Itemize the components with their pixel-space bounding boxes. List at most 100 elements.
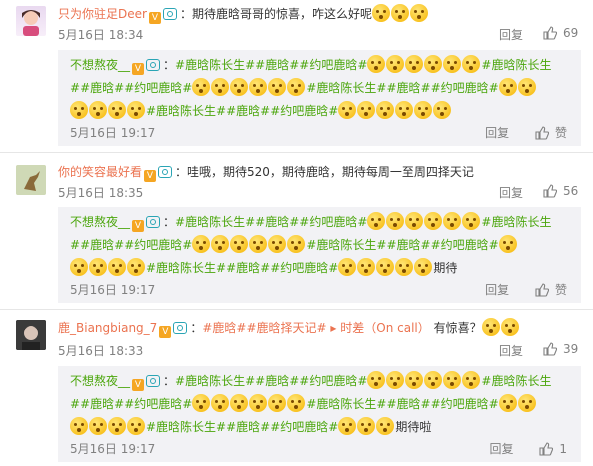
avatar[interactable] — [16, 6, 46, 36]
topic-tag[interactable]: #鹿晗# — [386, 397, 430, 411]
username[interactable]: 鹿_Biangbiang_7 — [58, 321, 157, 335]
like-count: 69 — [563, 26, 579, 40]
vip-badge-icon: V — [132, 63, 145, 75]
emoji-icon — [230, 394, 249, 412]
topic-tag[interactable]: #鹿晗陈长生 — [481, 58, 551, 72]
topic-tag[interactable]: #鹿晗# — [226, 420, 270, 434]
topic-tag[interactable]: #鹿晗陈长生# — [146, 261, 226, 275]
topic-tag[interactable]: #约吧鹿晗# — [270, 104, 338, 118]
topic-tag[interactable]: #鹿晗陈长生# — [306, 238, 386, 252]
sub-comment: 不想熬夜__ V ：#鹿晗陈长生##鹿晗##约吧鹿晗# #鹿晗陈长生 ##鹿晗##约吧… — [58, 366, 581, 462]
topic-tag[interactable]: #鹿晗陈长生# — [306, 397, 386, 411]
username[interactable]: 不想熬夜__ — [70, 58, 130, 72]
topic-tag[interactable]: #鹿晗# — [80, 81, 124, 95]
music-link[interactable]: 时差（On call） — [340, 321, 430, 335]
sub-comment-text: ##鹿晗##约吧鹿晗# #鹿晗陈长生##鹿晗##约吧鹿晗# — [70, 77, 575, 99]
topic-tag[interactable]: # — [70, 81, 80, 95]
reply-button[interactable]: 回复 — [499, 26, 523, 43]
camera-badge-icon — [146, 59, 161, 71]
emoji-icon — [89, 101, 107, 119]
emoji-icon — [409, 4, 428, 22]
reply-button[interactable]: 回复 — [490, 442, 514, 456]
topic-tag[interactable]: #约吧鹿晗# — [431, 81, 499, 95]
emoji-icon — [89, 258, 107, 276]
like-button[interactable]: 69 — [543, 26, 578, 40]
topic-tag[interactable]: #约吧鹿晗# — [299, 374, 367, 388]
sub-comment-time: 5月16日 19:17 — [70, 442, 156, 456]
topic-tag[interactable]: #鹿晗择天记# — [246, 321, 326, 335]
topic-tag[interactable]: #鹿晗陈长生# — [146, 420, 226, 434]
emoji-icon — [433, 101, 452, 119]
username[interactable]: 不想熬夜__ — [70, 374, 130, 388]
thumb-up-icon — [543, 342, 557, 356]
emoji-icon — [249, 394, 268, 412]
emoji-icon — [443, 371, 462, 389]
topic-tag[interactable]: #鹿晗# — [226, 261, 270, 275]
avatar[interactable] — [16, 165, 46, 195]
thumb-up-icon — [535, 283, 549, 297]
topic-tag[interactable]: #鹿晗陈长生 — [481, 215, 551, 229]
topic-tag[interactable]: #鹿晗# — [202, 321, 246, 335]
emoji-icon — [268, 235, 287, 253]
topic-tag[interactable]: #约吧鹿晗# — [124, 81, 192, 95]
reply-button[interactable]: 回复 — [485, 283, 509, 297]
reply-button[interactable]: 回复 — [499, 342, 523, 359]
like-button[interactable]: 赞 — [535, 126, 567, 140]
emoji-icon — [462, 212, 481, 230]
emoji-icon — [211, 394, 230, 412]
topic-tag[interactable]: #约吧鹿晗# — [431, 397, 499, 411]
like-button[interactable]: 56 — [543, 184, 578, 198]
like-button[interactable]: 赞 — [535, 283, 567, 297]
topic-tag[interactable]: #鹿晗陈长生 — [481, 374, 551, 388]
topic-tag[interactable]: #鹿晗# — [386, 238, 430, 252]
emoji-icon — [287, 394, 306, 412]
sub-comment-actions: 回复 赞 — [485, 281, 567, 298]
username[interactable]: 不想熬夜__ — [70, 215, 130, 229]
emoji-icon — [367, 55, 386, 73]
emoji-icon — [268, 394, 287, 412]
topic-tag[interactable]: #鹿晗陈长生# — [175, 374, 255, 388]
topic-tag[interactable]: #约吧鹿晗# — [299, 215, 367, 229]
camera-badge-icon — [162, 8, 177, 20]
avatar-deer-icon — [16, 165, 46, 195]
topic-tag[interactable]: #约吧鹿晗# — [124, 397, 192, 411]
topic-tag[interactable]: #鹿晗# — [386, 81, 430, 95]
emoji-icon — [211, 235, 230, 253]
vip-badge-icon: V — [132, 379, 145, 391]
sub-comment-actions: 回复 1 — [490, 440, 567, 457]
topic-tag[interactable]: #约吧鹿晗# — [431, 238, 499, 252]
vip-badge-icon: V — [159, 326, 172, 338]
emoji-icon — [230, 78, 249, 96]
topic-tag[interactable]: #鹿晗陈长生# — [175, 215, 255, 229]
topic-tag[interactable]: #鹿晗# — [255, 58, 299, 72]
topic-tag[interactable]: #鹿晗陈长生# — [306, 81, 386, 95]
topic-tag[interactable]: #约吧鹿晗# — [270, 261, 338, 275]
thumb-up-icon — [543, 184, 557, 198]
reply-button[interactable]: 回复 — [485, 126, 509, 140]
topic-tag[interactable]: #约吧鹿晗# — [270, 420, 338, 434]
camera-badge-icon — [146, 216, 161, 228]
topic-tag[interactable]: # — [70, 397, 80, 411]
topic-tag[interactable]: #约吧鹿晗# — [124, 238, 192, 252]
like-button[interactable]: 39 — [543, 342, 578, 356]
username[interactable]: 只为你驻足Deer — [58, 7, 147, 21]
comment-body: 有惊喜？ — [433, 321, 482, 335]
topic-tag[interactable]: #鹿晗# — [80, 238, 124, 252]
emoji-icon — [287, 235, 306, 253]
like-button[interactable]: 1 — [539, 442, 567, 456]
topic-tag[interactable]: #鹿晗陈长生# — [175, 58, 255, 72]
topic-tag[interactable]: #鹿晗# — [255, 374, 299, 388]
topic-tag[interactable]: #约吧鹿晗# — [299, 58, 367, 72]
emoji-icon — [424, 371, 443, 389]
avatar[interactable] — [16, 320, 46, 350]
topic-tag[interactable]: #鹿晗# — [255, 215, 299, 229]
avatar-girl-icon — [22, 10, 40, 36]
topic-tag[interactable]: #鹿晗# — [226, 104, 270, 118]
reply-button[interactable]: 回复 — [499, 184, 523, 201]
topic-tag[interactable]: # — [70, 238, 80, 252]
topic-tag[interactable]: #鹿晗陈长生# — [146, 104, 226, 118]
vip-badge-icon: V — [132, 220, 145, 232]
emoji-icon — [424, 55, 443, 73]
username[interactable]: 你的笑容最好看 — [58, 165, 142, 179]
topic-tag[interactable]: #鹿晗# — [80, 397, 124, 411]
